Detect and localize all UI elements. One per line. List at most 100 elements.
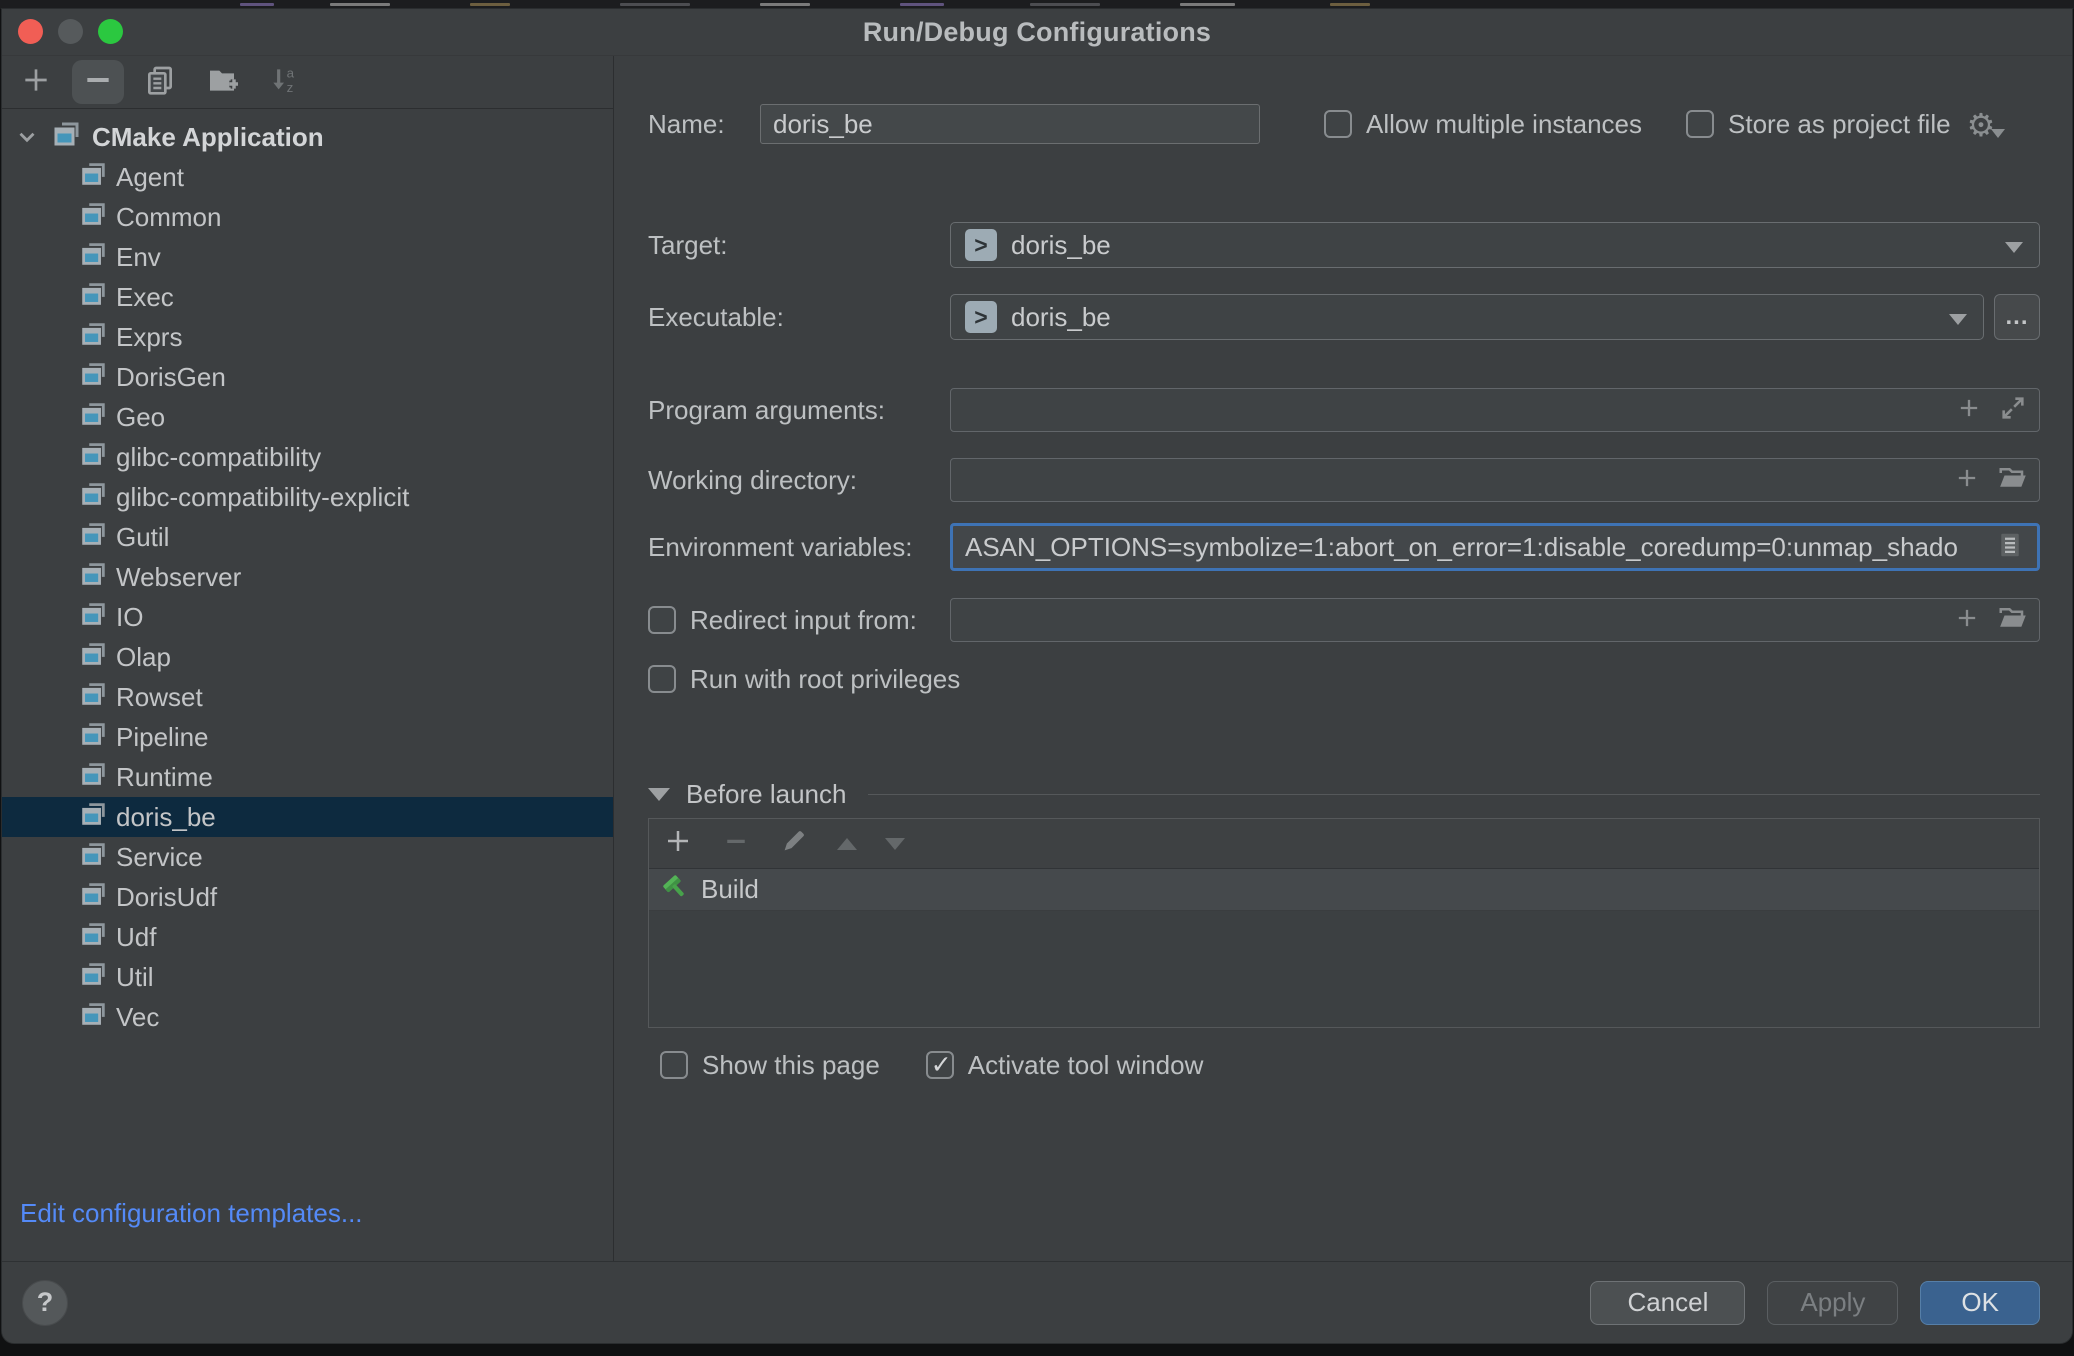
insert-macro-icon[interactable] [1953, 604, 1981, 637]
background-speck [1180, 3, 1235, 6]
show-this-page-checkbox[interactable] [660, 1051, 688, 1079]
tree-item-label: Util [116, 962, 154, 993]
run-configuration-icon [78, 159, 108, 196]
zoom-window-button[interactable] [98, 19, 123, 44]
tree-item[interactable]: DorisGen [2, 357, 613, 397]
environment-variables-field[interactable] [950, 523, 2040, 571]
browse-folder-icon[interactable] [1997, 463, 2027, 498]
tree-item-label: Common [116, 202, 221, 233]
tree-item[interactable]: Pipeline [2, 717, 613, 757]
name-input[interactable] [773, 109, 1247, 140]
target-value: doris_be [1011, 230, 1111, 261]
cancel-button[interactable]: Cancel [1590, 1281, 1745, 1325]
before-launch-task[interactable]: Build [649, 869, 2039, 911]
svg-text:z: z [287, 80, 294, 95]
activate-tool-window-checkbox[interactable] [926, 1051, 954, 1079]
tree-item[interactable]: doris_be [2, 797, 613, 837]
redirect-label-group: Redirect input from: [648, 605, 950, 636]
tree-item[interactable]: Gutil [2, 517, 613, 557]
copy-configuration-button[interactable] [134, 60, 186, 104]
name-label: Name: [648, 109, 760, 140]
background-speck [330, 3, 390, 6]
insert-macro-icon[interactable] [1955, 394, 1983, 427]
before-launch-toolbar [649, 819, 2039, 869]
run-root-privileges-label: Run with root privileges [690, 664, 960, 695]
before-launch-header[interactable]: Before launch [648, 780, 2040, 808]
tree-item[interactable]: Common [2, 197, 613, 237]
tree-item-label: Rowset [116, 682, 203, 713]
ok-button[interactable]: OK [1920, 1281, 2040, 1325]
browse-executable-button[interactable]: ... [1994, 294, 2040, 340]
environment-variables-input[interactable] [965, 532, 1979, 563]
configuration-form: Name: Allow multiple instances Store as … [614, 56, 2072, 1261]
background-speck [470, 3, 510, 6]
working-directory-input[interactable] [963, 465, 1937, 496]
run-root-privileges-checkbox[interactable] [648, 665, 676, 693]
copy-icon [144, 64, 176, 101]
edit-task-icon[interactable] [779, 826, 809, 861]
edit-variables-icon[interactable] [1995, 530, 2025, 565]
tree-item[interactable]: glibc-compatibility-explicit [2, 477, 613, 517]
tree-item-label: DorisGen [116, 362, 226, 393]
tree-item[interactable]: Exprs [2, 317, 613, 357]
move-up-icon[interactable] [837, 838, 857, 850]
tree-item[interactable]: Service [2, 837, 613, 877]
program-arguments-input[interactable] [963, 395, 1939, 426]
working-directory-field[interactable] [950, 458, 2040, 502]
tree-item[interactable]: DorisUdf [2, 877, 613, 917]
redirect-input-checkbox[interactable] [648, 606, 676, 634]
tree-item[interactable]: Runtime [2, 757, 613, 797]
tree-item[interactable]: glibc-compatibility [2, 437, 613, 477]
insert-macro-icon[interactable] [1953, 464, 1981, 497]
store-as-project-file-checkbox[interactable] [1686, 110, 1714, 138]
tree-item-label: Gutil [116, 522, 169, 553]
dialog-titlebar: Run/Debug Configurations [2, 9, 2072, 56]
close-window-button[interactable] [18, 19, 43, 44]
tree-item[interactable]: Udf [2, 917, 613, 957]
background-speck [1330, 3, 1370, 6]
expand-field-icon[interactable] [1999, 394, 2027, 427]
tree-item[interactable]: Agent [2, 157, 613, 197]
allow-multiple-instances-checkbox[interactable] [1324, 110, 1352, 138]
screen: Run/Debug Configurations [0, 0, 2074, 1356]
add-configuration-button[interactable] [10, 60, 62, 104]
chevron-down-icon[interactable] [10, 124, 44, 150]
collapse-triangle-icon[interactable] [648, 788, 670, 801]
tree-root-cmake-application[interactable]: CMake Application [2, 117, 613, 157]
tree-item[interactable]: Vec [2, 997, 613, 1037]
tree-item[interactable]: Olap [2, 637, 613, 677]
background-speck [620, 3, 690, 6]
redirect-input-input[interactable] [963, 605, 1937, 636]
remove-configuration-button[interactable] [72, 60, 124, 104]
program-arguments-field[interactable] [950, 388, 2040, 432]
tree-item[interactable]: Webserver [2, 557, 613, 597]
run-configuration-icon [78, 559, 108, 596]
add-task-icon[interactable] [663, 826, 693, 861]
build-hammer-icon [659, 871, 689, 908]
tree-item[interactable]: Util [2, 957, 613, 997]
minimize-window-button[interactable] [58, 19, 83, 44]
remove-task-icon[interactable] [721, 826, 751, 861]
tree-item[interactable]: Rowset [2, 677, 613, 717]
gear-icon[interactable]: ⚙ [1967, 109, 1996, 141]
apply-button[interactable]: Apply [1767, 1281, 1898, 1325]
edit-configuration-templates-link[interactable]: Edit configuration templates... [2, 1198, 613, 1261]
browse-folder-icon[interactable] [1997, 603, 2027, 638]
run-configuration-icon [78, 839, 108, 876]
redirect-input-label: Redirect input from: [690, 605, 917, 636]
redirect-input-field[interactable] [950, 598, 2040, 642]
executable-dropdown[interactable]: > doris_be [950, 294, 1984, 340]
tree-item[interactable]: Exec [2, 277, 613, 317]
run-configuration-icon [78, 399, 108, 436]
tree-item[interactable]: Env [2, 237, 613, 277]
tree-item[interactable]: IO [2, 597, 613, 637]
move-down-icon[interactable] [885, 838, 905, 850]
help-button[interactable]: ? [22, 1280, 68, 1326]
executable-icon: > [965, 301, 997, 333]
tree-item[interactable]: Geo [2, 397, 613, 437]
new-folder-button[interactable] [196, 60, 248, 104]
sort-alphabetically-button[interactable]: a z [258, 60, 310, 104]
environment-variables-row: Environment variables: [648, 523, 2040, 571]
new-folder-icon [206, 64, 238, 101]
target-dropdown[interactable]: > doris_be [950, 222, 2040, 268]
